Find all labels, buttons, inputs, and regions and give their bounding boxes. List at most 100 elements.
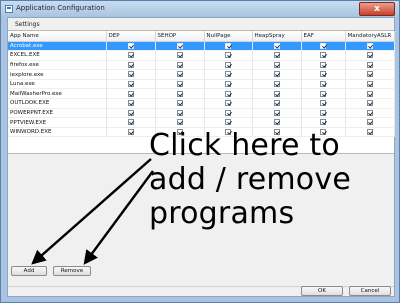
mitigation-cell (106, 108, 156, 119)
checkbox[interactable] (273, 119, 280, 126)
checkbox[interactable] (176, 52, 183, 59)
remove-button[interactable]: Remove (53, 266, 91, 276)
checkbox[interactable] (366, 71, 373, 78)
column-header-heapspray[interactable]: HeapSpray (252, 31, 302, 42)
checkbox[interactable] (366, 42, 373, 49)
checkbox[interactable] (127, 100, 134, 107)
checkbox[interactable] (225, 61, 231, 68)
checkbox[interactable] (366, 80, 373, 87)
checkbox[interactable] (320, 119, 326, 126)
checkbox[interactable] (225, 90, 231, 97)
add-button[interactable]: Add (11, 266, 47, 276)
checkbox[interactable] (225, 119, 231, 126)
mitigation-cell (204, 117, 253, 128)
mitigation-cell (252, 69, 302, 80)
checkbox[interactable] (320, 52, 326, 59)
applications-table: App Name DEP SEHOP NullPage HeapSpray EA… (8, 31, 395, 138)
checkbox[interactable] (225, 71, 231, 78)
column-header-sehop[interactable]: SEHOP (155, 31, 205, 42)
table-row[interactable]: Acrobat.exe (8, 41, 395, 52)
column-header-mandatoryaslr[interactable]: MandatoryASLR (345, 31, 395, 42)
checkbox[interactable] (127, 109, 134, 116)
checkbox[interactable] (366, 52, 373, 59)
checkbox[interactable] (127, 119, 134, 126)
checkbox[interactable] (273, 109, 280, 116)
column-header-eaf[interactable]: EAF (301, 31, 346, 42)
checkbox[interactable] (127, 71, 134, 78)
checkbox[interactable] (273, 42, 280, 49)
mitigation-cell (204, 50, 253, 61)
table-header-row: App Name DEP SEHOP NullPage HeapSpray EA… (8, 31, 395, 42)
column-header-dep[interactable]: DEP (106, 31, 156, 42)
checkbox[interactable] (273, 80, 280, 87)
checkbox[interactable] (320, 61, 326, 68)
table-row[interactable]: firefox.exe (8, 60, 395, 71)
application-configuration-window: Application Configuration x Settings App… (0, 0, 400, 303)
checkbox[interactable] (320, 71, 326, 78)
checkbox[interactable] (127, 61, 134, 68)
settings-menu[interactable]: Settings (12, 20, 43, 29)
table-row[interactable]: EXCEL.EXE (8, 50, 395, 61)
checkbox[interactable] (176, 61, 183, 68)
table-row[interactable]: Luna.exe (8, 79, 395, 90)
mitigation-cell (155, 88, 205, 100)
checkbox[interactable] (176, 71, 183, 78)
column-header-app-name[interactable]: App Name (8, 31, 107, 42)
close-button[interactable]: x (359, 2, 395, 16)
checkbox[interactable] (320, 42, 326, 49)
checkbox[interactable] (366, 100, 373, 107)
mitigation-cell (345, 50, 395, 61)
checkbox[interactable] (273, 61, 280, 68)
app-name-cell: POWERPNT.EXE (8, 108, 107, 119)
mitigation-cell (106, 69, 156, 80)
cancel-button[interactable]: Cancel (349, 286, 391, 296)
checkbox[interactable] (127, 128, 134, 135)
app-name-cell: OUTLOOK.EXE (8, 98, 107, 109)
column-header-nullpage[interactable]: NullPage (204, 31, 253, 42)
checkbox[interactable] (273, 100, 280, 107)
checkbox[interactable] (273, 52, 280, 59)
checkbox[interactable] (176, 90, 183, 97)
checkbox[interactable] (225, 109, 231, 116)
mitigation-cell (106, 117, 156, 128)
mitigation-cell (204, 98, 253, 109)
ok-button[interactable]: OK (301, 286, 343, 296)
checkbox[interactable] (273, 71, 280, 78)
mitigation-cell (155, 60, 205, 71)
checkbox[interactable] (176, 119, 183, 126)
checkbox[interactable] (176, 100, 183, 107)
checkbox[interactable] (225, 80, 231, 87)
mitigation-cell (204, 88, 253, 100)
checkbox[interactable] (225, 100, 231, 107)
checkbox[interactable] (225, 42, 231, 49)
table-row[interactable]: OUTLOOK.EXE (8, 98, 395, 109)
checkbox[interactable] (320, 80, 326, 87)
app-icon (5, 5, 13, 13)
table-row[interactable]: MailWasherPro.exe (8, 88, 395, 100)
checkbox[interactable] (320, 100, 326, 107)
window-title: Application Configuration (16, 4, 105, 12)
table-row[interactable]: iexplore.exe (8, 69, 395, 80)
checkbox[interactable] (127, 80, 134, 87)
checkbox[interactable] (176, 109, 183, 116)
app-name-cell: EXCEL.EXE (8, 50, 107, 61)
checkbox[interactable] (366, 90, 373, 97)
checkbox[interactable] (176, 80, 183, 87)
checkbox[interactable] (176, 42, 183, 49)
table-row[interactable]: PPTVIEW.EXE (8, 117, 395, 128)
checkbox[interactable] (127, 90, 134, 97)
checkbox[interactable] (225, 52, 231, 59)
checkbox[interactable] (273, 90, 280, 97)
checkbox[interactable] (366, 109, 373, 116)
mitigation-cell (252, 108, 302, 119)
checkbox[interactable] (366, 119, 373, 126)
mitigation-cell (252, 117, 302, 128)
table-row[interactable]: POWERPNT.EXE (8, 108, 395, 119)
checkbox[interactable] (127, 42, 134, 49)
checkbox[interactable] (320, 109, 326, 116)
checkbox[interactable] (320, 90, 326, 97)
title-bar[interactable]: Application Configuration x (1, 1, 399, 17)
checkbox[interactable] (127, 52, 134, 59)
app-name-cell: Luna.exe (8, 79, 107, 90)
checkbox[interactable] (366, 61, 373, 68)
